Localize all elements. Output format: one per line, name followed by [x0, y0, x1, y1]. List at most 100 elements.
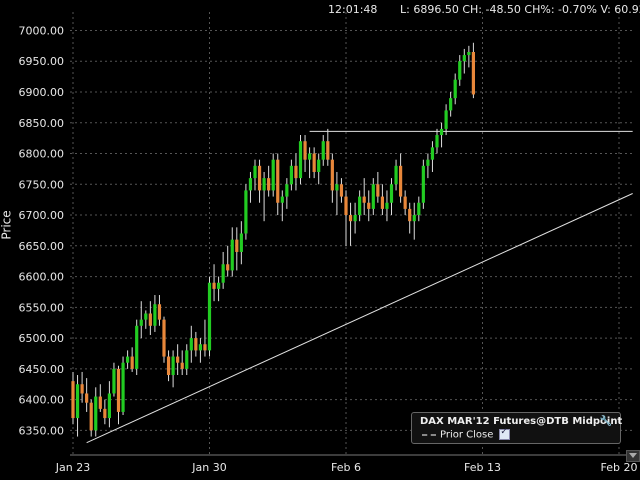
candle-body: [330, 159, 334, 191]
candle-body: [312, 153, 316, 172]
candle-body: [326, 141, 330, 160]
candle-body: [267, 178, 271, 191]
candle-body: [362, 196, 366, 203]
y-tick-label: 6950.00: [19, 55, 65, 68]
y-tick-label: 6400.00: [19, 394, 65, 407]
candle-body: [144, 313, 148, 320]
x-tick-label: Jan 30: [191, 461, 226, 474]
candle-body: [126, 356, 130, 363]
candle-body: [285, 184, 289, 197]
y-tick-label: 6350.00: [19, 424, 65, 437]
candle-body: [344, 196, 348, 216]
candle-body: [417, 202, 421, 216]
candle-body: [166, 356, 171, 376]
candle-body: [198, 344, 202, 351]
candle-body: [385, 202, 389, 209]
y-tick-label: 7000.00: [19, 24, 65, 37]
candle-body: [376, 184, 380, 197]
candle-body: [471, 51, 475, 95]
candle-body: [103, 408, 107, 419]
candle-body: [403, 196, 407, 209]
candle-body: [430, 147, 435, 160]
chart-legend[interactable]: DAX MAR'12 Futures@DTB Midpoint 🔧 Prior …: [411, 412, 623, 444]
y-tick-label: 6800.00: [19, 148, 65, 161]
candle-body: [162, 319, 166, 357]
candle-body: [189, 338, 193, 351]
candle-body: [358, 196, 362, 216]
y-tick-label: 6450.00: [19, 363, 65, 376]
y-axis-label: Price: [0, 210, 14, 240]
candle-body: [94, 396, 98, 431]
candle-body: [121, 362, 125, 412]
y-tick-label: 6700.00: [19, 209, 65, 222]
candle-body: [185, 350, 189, 369]
scroll-down-button[interactable]: [626, 450, 640, 462]
candle-body: [262, 178, 266, 191]
candle-body: [426, 159, 430, 166]
candle-body: [367, 202, 371, 209]
candle-body: [71, 381, 75, 419]
candle-body: [339, 184, 344, 197]
x-tick-label: Feb 20: [601, 461, 638, 474]
candle-body: [321, 141, 325, 160]
candle-body: [271, 159, 275, 191]
candle-body: [212, 282, 216, 289]
x-tick-label: Feb 13: [464, 461, 501, 474]
prior-close-checkbox[interactable]: [499, 427, 511, 440]
candle-body: [253, 165, 257, 179]
candle-body: [399, 165, 403, 197]
y-tick-label: 6500.00: [19, 332, 65, 345]
quote-summary: L: 6896.50 CH: -48.50 CH%: -0.70% V: 60.…: [400, 3, 640, 16]
candle-body: [389, 184, 394, 203]
candle-body: [371, 184, 375, 209]
candle-body: [449, 98, 453, 111]
candle-body: [130, 356, 134, 369]
candle-body: [380, 196, 384, 209]
candle-body: [207, 282, 212, 351]
wrench-icon[interactable]: 🔧: [600, 416, 612, 427]
candle-body: [348, 215, 353, 222]
dashed-line-icon: [422, 433, 436, 436]
candle-body: [444, 110, 448, 129]
candle-body: [203, 344, 207, 351]
x-tick-label: Jan 23: [55, 461, 90, 474]
candle-body: [180, 362, 184, 369]
legend-instrument: DAX MAR'12 Futures@DTB Midpoint: [420, 416, 623, 427]
legend-prior-close-label: Prior Close: [440, 429, 494, 441]
candle-body: [107, 393, 111, 419]
candle-body: [176, 356, 180, 363]
y-tick-label: 6750.00: [19, 178, 65, 191]
candle-body: [317, 159, 321, 172]
candle-body: [280, 196, 284, 203]
candle-body: [244, 190, 248, 234]
candle-body: [353, 215, 357, 222]
candle-body: [289, 165, 293, 185]
candle-body: [85, 393, 89, 403]
candle-body: [308, 153, 312, 160]
candle-body: [453, 79, 457, 99]
candle-body: [217, 282, 221, 289]
clock-time: 12:01:48: [328, 3, 378, 16]
candle-body: [412, 215, 416, 222]
candle-body: [458, 61, 462, 80]
candle-body: [239, 233, 243, 252]
candle-body: [439, 128, 444, 136]
legend-prior-close-row: Prior Close: [422, 427, 511, 441]
candle-body: [157, 304, 162, 320]
candle-body: [153, 304, 157, 326]
candle-body: [194, 338, 198, 351]
candle-body: [335, 184, 339, 191]
candle-body: [421, 165, 425, 203]
candle-body: [257, 165, 262, 191]
candle-body: [135, 325, 139, 369]
candle-body: [394, 165, 398, 185]
candle-body: [112, 368, 116, 394]
candle-body: [75, 384, 80, 419]
y-tick-label: 6550.00: [19, 301, 65, 314]
candle-body: [303, 141, 307, 160]
quote-header: 12:01:48 L: 6896.50 CH: -48.50 CH%: -0.7…: [0, 3, 640, 17]
candle-body: [435, 135, 439, 148]
y-tick-label: 6650.00: [19, 240, 65, 253]
candle-body: [276, 159, 280, 203]
candle-body: [467, 51, 471, 56]
